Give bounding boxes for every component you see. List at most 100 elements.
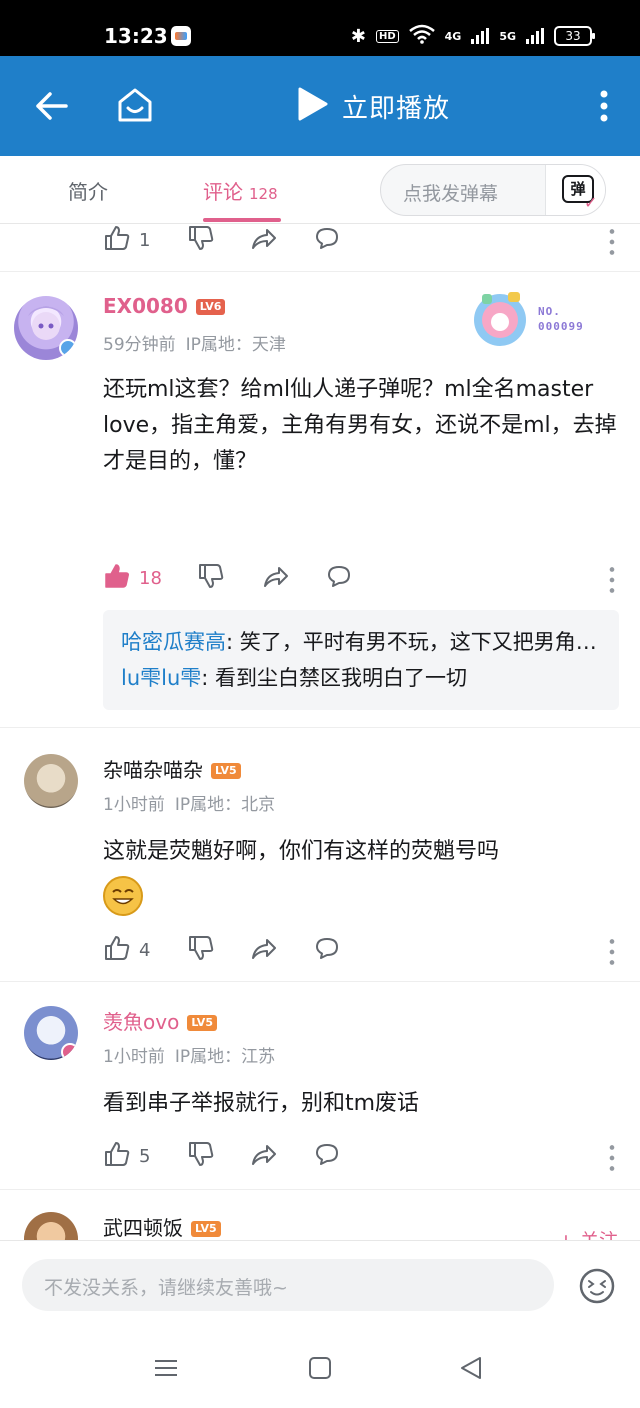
like-button[interactable]: 18 [103,562,162,594]
battery-icon: 33 [554,26,595,46]
more-dots-icon [598,566,615,593]
share-arrow-icon [249,1140,277,1172]
emoji-button[interactable] [578,1267,616,1305]
reply-username[interactable]: 哈密瓜赛高 [121,630,226,654]
comment-more-button[interactable] [598,224,615,256]
share-button[interactable] [249,1140,277,1172]
comment-time: 59分钟前 [103,335,176,355]
signal-4g-icon [471,28,490,44]
level-badge: LV5 [187,1015,217,1031]
signal-4g-label: 4G [444,29,462,43]
share-arrow-icon [249,224,277,256]
comment-time: 1小时前 [103,1047,165,1067]
thumbs-up-icon [103,934,131,966]
follow-button[interactable]: + 关注 [558,1226,618,1240]
comment-actions: 5 [103,1140,623,1172]
thumbs-down-icon [187,1140,215,1172]
thumbs-up-icon [103,1140,131,1172]
avatar[interactable] [24,754,78,808]
hd-voice-icon: HD [375,29,399,43]
video-app-bar: 立即播放 [0,56,640,156]
home-square-icon[interactable] [306,1354,334,1382]
fan-badge[interactable]: NO. 000099 [466,286,606,350]
reply-button[interactable] [325,562,353,594]
share-button[interactable] [249,934,277,966]
thumbs-down-icon [187,224,215,256]
reply-username[interactable]: lu雫lu雫 [121,666,201,690]
app-notification-icon [171,26,191,46]
fan-badge-number: NO. 000099 [538,304,584,334]
recents-menu-icon[interactable] [152,1354,180,1382]
like-button[interactable]: 5 [103,1140,150,1172]
comment-more-button[interactable] [598,562,615,594]
comment-username[interactable]: 杂喵杂喵杂 LV5 [103,754,241,783]
comment-meta: 1小时前 IP属地：北京 [103,790,285,815]
reply-button[interactable] [313,224,341,256]
comment-username[interactable]: EX0080 LV6 [103,294,226,318]
play-now-label: 立即播放 [342,93,451,124]
reply-button[interactable] [313,934,341,966]
comment-ip: IP属地：北京 [174,795,276,815]
back-arrow-icon[interactable] [32,86,72,126]
home-icon[interactable] [114,84,156,126]
system-nav-bar [0,1332,640,1408]
avatar[interactable] [14,296,78,360]
comment-text: 这就是荧魈好啊，你们有这样的荧魈号吗 [103,839,500,864]
like-button[interactable]: 4 [103,934,150,966]
username-text: 羡魚ovo [103,1010,180,1034]
comment-more-button[interactable] [598,1140,615,1172]
share-button[interactable] [249,224,277,256]
more-dots-icon [598,228,615,255]
comment-item: 杂喵杂喵杂 LV5 1小时前 IP属地：北京 这就是荧魈好啊，你们有这样的荧魈号吗 … [0,728,640,982]
danmaku-input[interactable]: 点我发弹幕 弹 ✓ [380,164,606,216]
play-now-button[interactable]: 立即播放 [296,84,450,128]
comment-text: 看到串子举报就行，别和tm废话 [103,1091,420,1116]
comment-list[interactable]: 1 EX0080 LV6 59分钟前 IP属地：天津 NO. 000099 还玩ml这… [0,224,640,1240]
share-arrow-icon [261,562,289,594]
username-text: 杂喵杂喵杂 [103,758,203,782]
bluetooth-icon: ✱ [350,25,366,47]
dislike-button[interactable] [187,224,215,256]
status-time: 13:23 [104,24,168,48]
fan-badge-no-label: NO. [538,305,561,318]
reply-preview-item[interactable]: 哈密瓜赛高: 笑了，平时有男不玩，这下又把男角色拉回ml了。而且up是cp党，不… [121,624,601,660]
avatar[interactable] [24,1006,78,1060]
comment-ip: IP属地：江苏 [174,1047,276,1067]
more-dots-icon [598,1144,615,1171]
tab-comments-label: 评论 [203,180,243,204]
tab-bar: 简介 评论 128 点我发弹幕 弹 ✓ [0,156,640,224]
avatar[interactable] [24,1212,78,1240]
comment-actions: 18 [103,562,623,594]
comment-input-placeholder: 不发没关系，请继续友善哦~ [44,1277,288,1299]
danmaku-toggle-button[interactable]: 弹 ✓ [545,165,605,215]
comment-username[interactable]: 武四顿饭 LV5 [103,1212,221,1240]
reply-preview-item[interactable]: lu雫lu雫: 看到尘白禁区我明白了一切 [121,660,601,696]
wifi-icon [408,24,435,48]
danmaku-placeholder: 点我发弹幕 [403,183,499,205]
username-text: 武四顿饭 [103,1216,183,1240]
more-vertical-icon[interactable] [596,86,612,126]
comment-actions: 1 [103,224,623,256]
more-dots-icon [598,938,615,965]
fan-badge-num: 000099 [538,320,584,333]
reply-button[interactable] [313,1140,341,1172]
emoji-face-icon [579,1268,615,1304]
dislike-button[interactable] [187,934,215,966]
username-text: EX0080 [103,294,188,318]
reply-text: : 笑了，平时有男不玩，这下又把男角色拉回ml了。而且up是cp党，不是... [226,630,601,654]
like-button[interactable]: 1 [103,224,150,256]
dislike-button[interactable] [187,1140,215,1172]
comment-meta: 1小时前 IP属地：江苏 [103,1042,285,1067]
dislike-button[interactable] [197,562,225,594]
tab-comments[interactable]: 评论 128 [203,176,278,205]
reply-preview-box[interactable]: 哈密瓜赛高: 笑了，平时有男不玩，这下又把男角色拉回ml了。而且up是cp党，不… [103,610,619,710]
comment-input[interactable]: 不发没关系，请继续友善哦~ [22,1259,554,1311]
reply-text: : 看到尘白禁区我明白了一切 [201,666,468,690]
comment-input-bar: 不发没关系，请继续友善哦~ [0,1240,640,1332]
comment-more-button[interactable] [598,934,615,966]
back-triangle-icon[interactable] [458,1354,486,1382]
grin-emoji-icon [103,876,143,916]
comment-username[interactable]: 羡魚ovo LV5 [103,1006,217,1035]
tab-intro[interactable]: 简介 [68,176,108,205]
share-button[interactable] [261,562,289,594]
